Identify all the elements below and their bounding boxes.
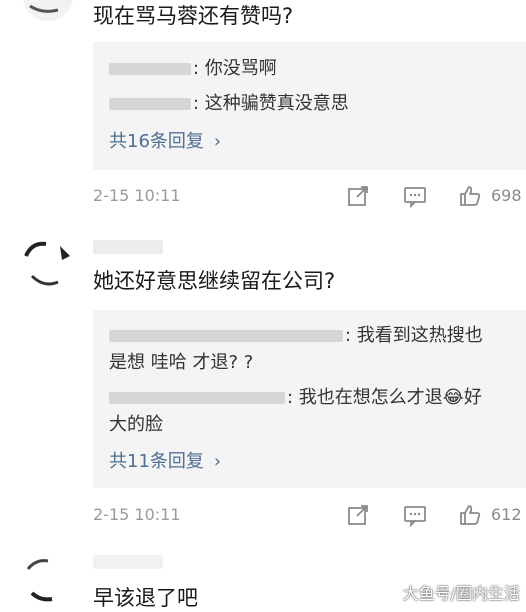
reply-box[interactable]: : 你没骂啊 : 这种骗赞真没意思 共16条回复 › xyxy=(93,42,526,170)
username[interactable] xyxy=(93,555,163,569)
share-icon[interactable] xyxy=(346,503,370,527)
avatar[interactable] xyxy=(22,236,74,288)
more-replies-label: 共11条回复 xyxy=(109,451,204,472)
more-replies-label: 共16条回复 xyxy=(109,131,204,152)
reply-username[interactable] xyxy=(109,392,285,404)
comment-icon[interactable] xyxy=(403,184,427,208)
reply-username[interactable] xyxy=(109,98,191,110)
reply-box[interactable]: : 我看到这热搜也 是想 哇哈 才退? ? : 我也在想怎么才退😂好 大的脸 共… xyxy=(93,310,526,488)
avatar[interactable] xyxy=(22,551,74,603)
reply-text: 你没骂啊 xyxy=(199,58,277,79)
more-replies-link[interactable]: 共11条回复 › xyxy=(109,451,221,473)
comment-2: 她还好意思继续留在公司? : 我看到这热搜也 是想 哇哈 才退? ? : 我也在… xyxy=(0,228,526,538)
comment-1: 现在骂马蓉还有赞吗? : 你没骂啊 : 这种骗赞真没意思 共16条回复 › 2-1… xyxy=(0,0,526,215)
reply-text: 我也在想怎么才退😂好 xyxy=(293,387,482,408)
reply-item[interactable]: : 我看到这热搜也 是想 哇哈 才退? ? xyxy=(109,322,510,376)
reply-item[interactable]: : 你没骂啊 xyxy=(109,55,510,82)
username[interactable] xyxy=(93,240,163,254)
timestamp: 2-15 10:11 xyxy=(93,505,181,524)
comment-meta: 2-15 10:11 612 xyxy=(0,502,526,528)
reply-username[interactable] xyxy=(109,63,191,75)
more-replies-link[interactable]: 共16条回复 › xyxy=(109,131,221,153)
reply-username[interactable] xyxy=(109,330,343,342)
watermark: 大鱼号/圈内生活 xyxy=(402,584,520,603)
comment-meta: 2-15 10:11 698 xyxy=(0,183,526,209)
reply-item[interactable]: : 这种骗赞真没意思 xyxy=(109,90,510,117)
chevron-right-icon: › xyxy=(213,451,222,472)
comment-icon[interactable] xyxy=(403,503,427,527)
share-icon[interactable] xyxy=(346,184,370,208)
comment-text: 现在骂马蓉还有赞吗? xyxy=(93,4,294,28)
comment-text: 早该退了吧 xyxy=(93,586,198,610)
like-count: 612 xyxy=(491,505,522,524)
reply-text-cont: 是想 哇哈 才退? ? xyxy=(109,352,254,373)
reply-text-cont: 大的脸 xyxy=(109,414,163,435)
avatar[interactable] xyxy=(22,0,74,22)
timestamp: 2-15 10:11 xyxy=(93,186,181,205)
thumbs-up-icon[interactable] xyxy=(458,503,482,527)
chevron-right-icon: › xyxy=(213,131,222,152)
like-count: 698 xyxy=(491,186,522,205)
comment-text: 她还好意思继续留在公司? xyxy=(93,269,336,293)
reply-item[interactable]: : 我也在想怎么才退😂好 大的脸 xyxy=(109,384,510,438)
reply-text: 这种骗赞真没意思 xyxy=(199,93,349,114)
thumbs-up-icon[interactable] xyxy=(458,184,482,208)
reply-text: 我看到这热搜也 xyxy=(351,325,483,346)
